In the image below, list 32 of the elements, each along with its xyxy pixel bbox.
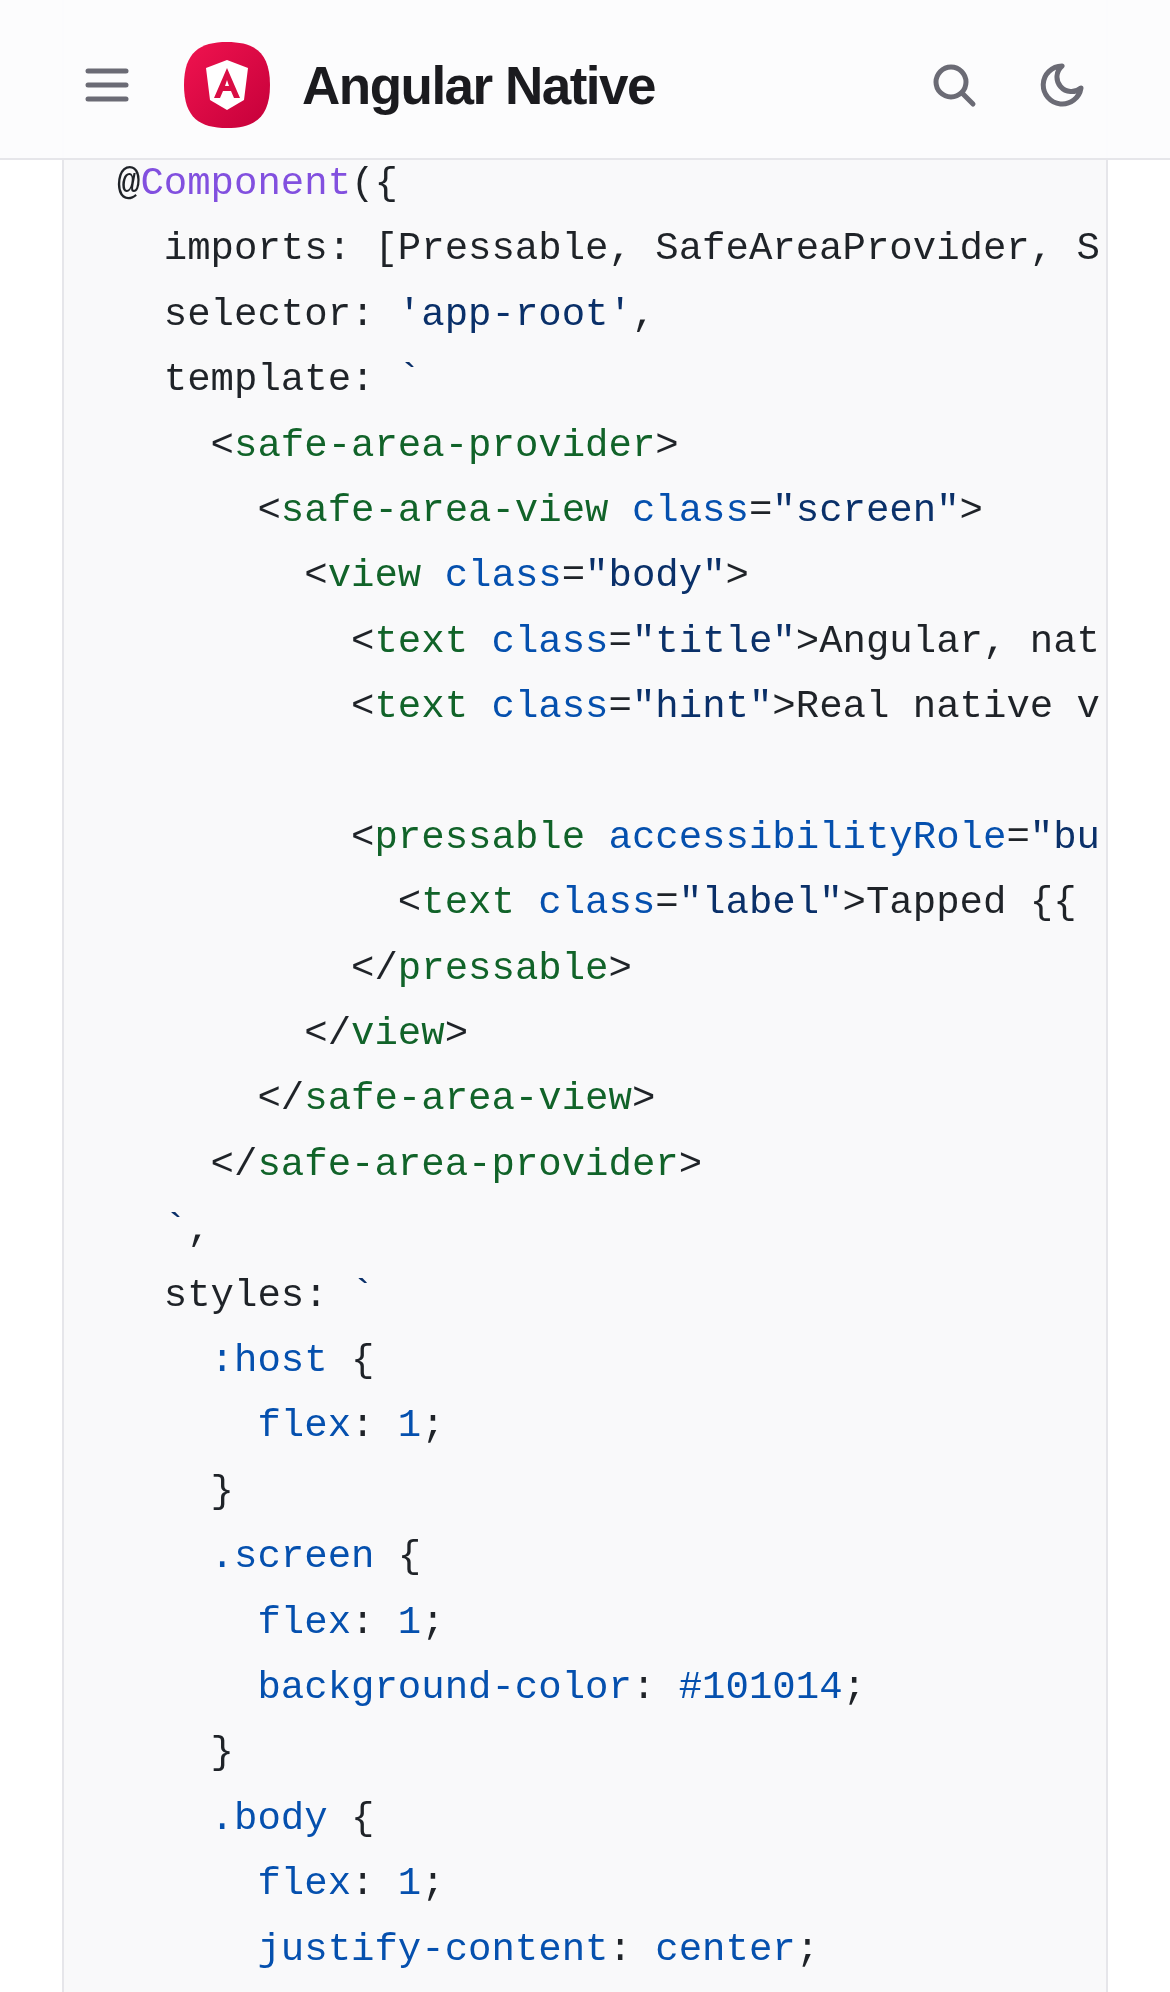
code-line: <text class="title">Angular, nat [350, 619, 1100, 664]
code-line: .screen { [209, 1535, 422, 1580]
menu-icon [85, 67, 129, 103]
moon-icon [1040, 63, 1084, 107]
code-line: <safe-area-provider> [209, 423, 679, 468]
site-title: Angular Native [302, 54, 656, 116]
search-icon [931, 62, 977, 108]
logo-icon [184, 42, 270, 128]
code-line: </pressable> [350, 946, 632, 991]
code-line: </view> [303, 1012, 469, 1057]
code-line: </safe-area-provider> [209, 1142, 703, 1187]
code-line: justify-content: center; [256, 1927, 820, 1972]
code-line: </safe-area-view> [256, 1077, 656, 1122]
code-line: } [209, 1731, 235, 1776]
code-line: flex: 1; [256, 1600, 445, 1645]
code-line: <text class="label">Tapped {{ [396, 881, 1077, 926]
code-line: <pressable accessibilityRole="bu [350, 815, 1100, 860]
code-line: styles: ` [162, 1273, 375, 1318]
code-line: .body { [209, 1796, 375, 1841]
code-line: template: ` [162, 358, 422, 403]
code-line: <view class="body"> [303, 554, 749, 599]
code-line: imports: [Pressable, SafeAreaProvider, S [162, 227, 1100, 272]
code-line: } [209, 1469, 235, 1514]
code-line: <text class="hint">Real native v [350, 685, 1100, 730]
code-line: selector: 'app-root', [162, 292, 656, 337]
code-line: @Component({ [117, 162, 398, 206]
code-line: `, [162, 1208, 211, 1253]
code-line: :host { [209, 1339, 375, 1384]
code-line: background-color: #101014; [256, 1666, 866, 1710]
code-line: <safe-area-view class="screen"> [256, 488, 983, 533]
code-line: flex: 1; [256, 1862, 445, 1907]
code-line: flex: 1; [256, 1404, 445, 1449]
